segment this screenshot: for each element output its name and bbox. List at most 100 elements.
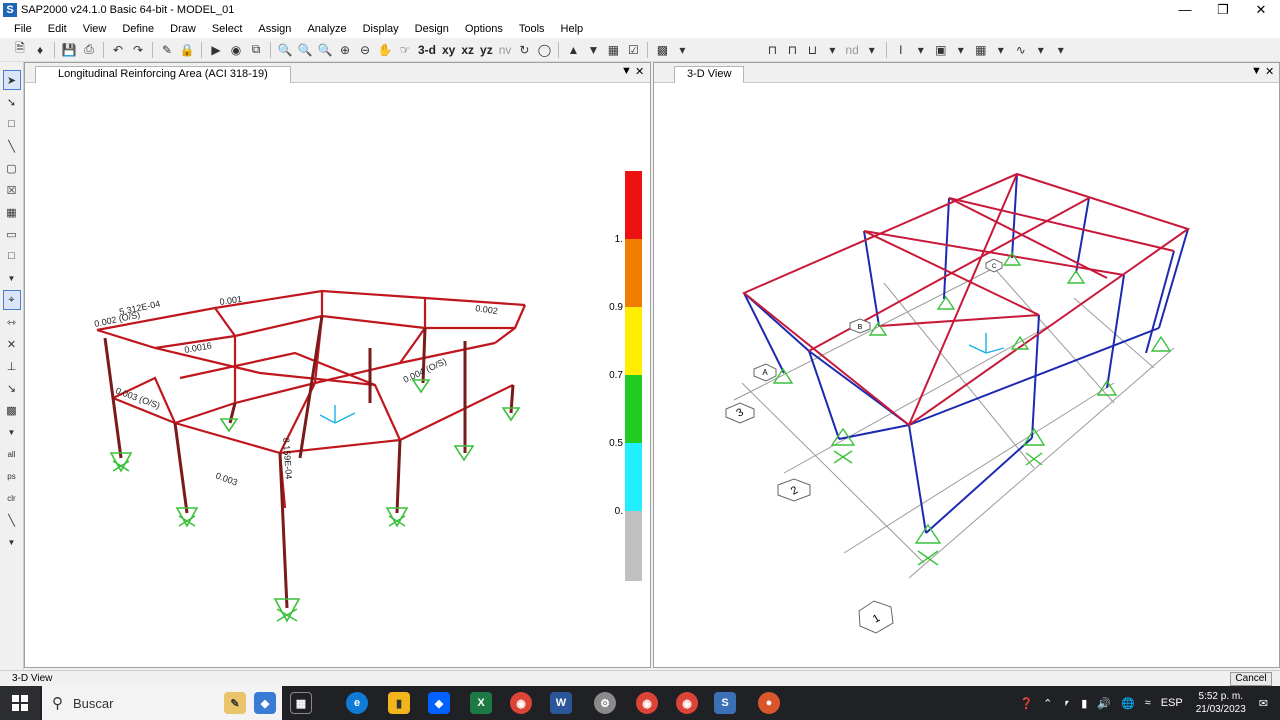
snap-line-icon[interactable]: ⇿: [3, 312, 21, 332]
table-icon[interactable]: ▦: [971, 41, 991, 59]
perspective-icon[interactable]: ◯: [534, 41, 554, 59]
chrome-icon[interactable]: ◉: [510, 692, 532, 714]
draw-joint-icon[interactable]: □: [3, 114, 21, 134]
section-icon[interactable]: I: [891, 41, 911, 59]
view-3d-button[interactable]: 3-d: [415, 43, 439, 57]
intersect-line-icon[interactable]: ╲: [3, 510, 21, 530]
frame-icon[interactable]: ⊓: [762, 41, 782, 59]
chevron-down-icon[interactable]: ▾: [822, 41, 842, 59]
model-3d-canvas[interactable]: 1 2 3 A B C: [654, 83, 1280, 667]
chevron-down-icon[interactable]: ▼: [621, 65, 632, 77]
chrome-profile-icon[interactable]: ◉: [676, 692, 698, 714]
game-app-icon[interactable]: ●: [758, 692, 780, 714]
menu-define[interactable]: Define: [114, 23, 162, 35]
menu-help[interactable]: Help: [553, 23, 592, 35]
draw-rect-area-icon[interactable]: □: [3, 246, 21, 266]
draw-brace-icon[interactable]: ☒: [3, 180, 21, 200]
wifi-icon[interactable]: ≈: [1145, 697, 1151, 709]
view-xy-button[interactable]: xy: [439, 43, 458, 57]
menu-tools[interactable]: Tools: [511, 23, 553, 35]
chevron-down-icon[interactable]: ▼: [3, 268, 21, 288]
chevron-down-icon[interactable]: ▾: [951, 41, 971, 59]
maximize-button[interactable]: ❐: [1204, 0, 1242, 20]
menu-select[interactable]: Select: [204, 23, 251, 35]
run-analysis-icon[interactable]: ▶: [206, 41, 226, 59]
save-icon[interactable]: 💾: [59, 41, 79, 59]
grid-options-icon[interactable]: ▩: [652, 41, 672, 59]
minimize-button[interactable]: —: [1166, 0, 1204, 20]
chevron-up-icon[interactable]: ⌃: [1043, 697, 1052, 710]
object-shrink-icon[interactable]: ▦: [603, 41, 623, 59]
sap2000-taskbar-icon[interactable]: S: [714, 692, 736, 714]
snap-intersection-icon[interactable]: ✕: [3, 334, 21, 354]
menu-assign[interactable]: Assign: [250, 23, 299, 35]
area-section-icon[interactable]: ▣: [931, 41, 951, 59]
window-tab[interactable]: 3-D View: [674, 66, 745, 83]
close-icon[interactable]: ✕: [635, 65, 644, 78]
link-icon[interactable]: ∿: [1011, 41, 1031, 59]
menu-draw[interactable]: Draw: [162, 23, 204, 35]
cancel-button[interactable]: Cancel: [1230, 672, 1272, 686]
network-icon[interactable]: 🌐: [1121, 697, 1135, 710]
chevron-down-icon[interactable]: ▾: [672, 41, 692, 59]
design-results-window[interactable]: Longitudinal Reinforcing Area (ACI 318-1…: [24, 62, 651, 668]
rotate-icon[interactable]: ↻: [514, 41, 534, 59]
menu-edit[interactable]: Edit: [40, 23, 75, 35]
close-icon[interactable]: ✕: [1265, 65, 1274, 78]
undo-icon[interactable]: ↶: [108, 41, 128, 59]
nd-button[interactable]: nd: [842, 43, 861, 57]
snap-joint-icon[interactable]: ⌖: [2, 290, 21, 310]
snap-midpoint-icon[interactable]: ↘: [3, 378, 21, 398]
chevron-down-icon[interactable]: ▼: [3, 532, 21, 552]
chevron-down-icon[interactable]: ▼: [1251, 65, 1262, 77]
snap-grid-icon[interactable]: ▩: [3, 400, 21, 420]
new-model-icon[interactable]: 🗎: [10, 41, 30, 59]
view-yz-button[interactable]: yz: [477, 43, 496, 57]
refresh-window-icon[interactable]: ⧉: [246, 41, 266, 59]
zoom-in-icon[interactable]: ⊕: [335, 41, 355, 59]
excel-icon[interactable]: X: [470, 692, 492, 714]
file-explorer-icon[interactable]: ▮: [388, 692, 410, 714]
move-down-icon[interactable]: ▼: [583, 41, 603, 59]
run-now-icon[interactable]: ◉: [226, 41, 246, 59]
draw-area-icon[interactable]: ▭: [3, 224, 21, 244]
lock-icon[interactable]: 🔒: [177, 41, 197, 59]
battery-icon[interactable]: ▮: [1081, 697, 1087, 710]
clock[interactable]: 5:52 p. m. 21/03/2023: [1196, 690, 1246, 716]
redo-icon[interactable]: ↷: [128, 41, 148, 59]
open-icon[interactable]: ♦: [30, 41, 50, 59]
usb-icon[interactable]: ⎖: [1062, 697, 1071, 710]
design-model-canvas[interactable]: 1. 0.9 0.7 0.5 0. 0.002 (O/S) 0.001 0.00…: [25, 83, 652, 667]
print-icon[interactable]: ⎙: [79, 41, 99, 59]
task-view-icon[interactable]: ▦: [290, 692, 312, 714]
view-nv-button[interactable]: nv: [496, 43, 515, 57]
previous-select-icon[interactable]: ps: [3, 466, 21, 486]
chevron-down-icon[interactable]: ▾: [1051, 41, 1071, 59]
draw-frame-icon[interactable]: ╲: [3, 136, 21, 156]
windows-start-icon[interactable]: [0, 686, 40, 720]
zoom-previous-icon[interactable]: 🔍: [315, 41, 335, 59]
draw-grid-icon[interactable]: ▦: [3, 202, 21, 222]
menu-view[interactable]: View: [75, 23, 115, 35]
move-up-icon[interactable]: ▲: [563, 41, 583, 59]
menu-options[interactable]: Options: [457, 23, 511, 35]
chevron-down-icon[interactable]: ▾: [1031, 41, 1051, 59]
app-gear-icon[interactable]: ⚙: [594, 692, 616, 714]
chevron-down-icon[interactable]: ▼: [3, 422, 21, 442]
clear-select-icon[interactable]: clr: [3, 488, 21, 508]
chevron-down-icon[interactable]: ▾: [862, 41, 882, 59]
taskbar-search[interactable]: ⚲ Buscar: [42, 686, 282, 720]
word-icon[interactable]: W: [550, 692, 572, 714]
widgets-icon[interactable]: ✎: [224, 692, 246, 714]
zoom-window-icon[interactable]: 🔍: [275, 41, 295, 59]
pan-icon[interactable]: ✋: [375, 41, 395, 59]
checkbox-icon[interactable]: ☑: [623, 41, 643, 59]
restraints-icon[interactable]: ⊔: [802, 41, 822, 59]
menu-design[interactable]: Design: [407, 23, 457, 35]
quick-draw-frame-icon[interactable]: ▢: [3, 158, 21, 178]
menu-analyze[interactable]: Analyze: [299, 23, 354, 35]
menu-file[interactable]: File: [6, 23, 40, 35]
select-all-icon[interactable]: all: [3, 444, 21, 464]
shield-app-icon[interactable]: ◆: [254, 692, 276, 714]
menu-display[interactable]: Display: [355, 23, 407, 35]
